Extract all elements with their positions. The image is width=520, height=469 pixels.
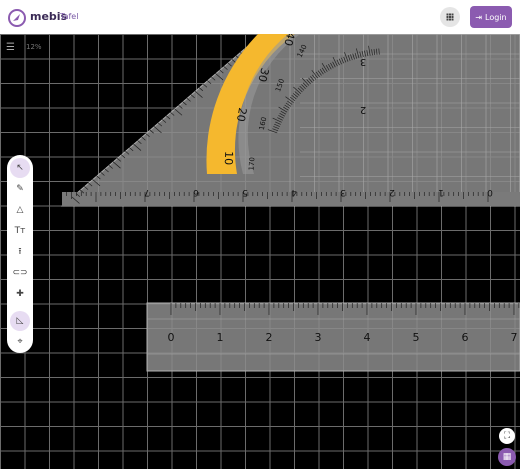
ruler-label: 4 xyxy=(364,331,371,344)
protractor-outer-label: 20 xyxy=(234,107,249,123)
ruler-label: 1 xyxy=(217,331,224,344)
login-icon: ⇥ xyxy=(475,12,483,22)
link-icon: ⊂⊃ xyxy=(12,268,28,278)
whiteboard-canvas[interactable]: 7 6 5 4 3 2 1 0 40 30 20 10 140 150 160 170 3 2 01234567 … xyxy=(0,34,520,469)
grid-icon: ▦ xyxy=(502,452,512,462)
fullscreen-icon: ⛶ xyxy=(503,431,511,441)
scale-label: 2 xyxy=(360,104,366,115)
login-button[interactable]: ⇥ Login xyxy=(470,6,512,28)
set-square-edge-label: 7 xyxy=(144,187,150,197)
set-square-edge-label: 2 xyxy=(389,187,395,197)
ruler-label: 0 xyxy=(168,331,175,344)
mebis-logo xyxy=(8,9,26,27)
grid-icon xyxy=(446,13,454,21)
scale-label: 3 xyxy=(360,56,366,67)
set-square-edge-label: 0 xyxy=(487,187,493,197)
ruler-label: 7 xyxy=(511,331,518,344)
product-name: Tafel xyxy=(60,12,79,21)
pen-icon: ✎ xyxy=(16,184,24,194)
tool-sidebar: ↖ ✎ △ Tт ⭱ ⊂⊃ ✚ ◺ ⌖ xyxy=(7,155,33,353)
ruler-label: 2 xyxy=(266,331,273,344)
tool-upload-button[interactable]: ⭱ xyxy=(10,242,30,262)
set-square-edge-label: 1 xyxy=(438,187,444,197)
ruler-label: 3 xyxy=(315,331,322,344)
tool-add-button[interactable]: ✚ xyxy=(10,284,30,304)
cursor-icon: ↖ xyxy=(16,163,24,173)
tool-link-button[interactable]: ⊂⊃ xyxy=(10,263,30,283)
set-square[interactable] xyxy=(60,34,520,207)
tool-text-button[interactable]: Tт xyxy=(10,221,30,241)
set-square-icon: ◺ xyxy=(16,316,24,326)
ruler-label: 6 xyxy=(462,331,469,344)
top-bar: mebis Tafel ⇥ Login xyxy=(0,0,520,34)
set-square-edge-label: 3 xyxy=(340,187,346,197)
tool-pen-button[interactable]: ✎ xyxy=(10,179,30,199)
zoom-level: 12% xyxy=(26,43,42,51)
shapes-icon: △ xyxy=(16,205,24,215)
set-square-edge-label: 4 xyxy=(291,187,297,197)
set-square-edge xyxy=(62,192,520,206)
protractor-outer-label: 10 xyxy=(222,151,235,165)
crosshair-icon: ⌖ xyxy=(17,337,23,347)
ruler-label: 5 xyxy=(413,331,420,344)
text-icon: Tт xyxy=(14,226,26,236)
set-square-edge-label: 6 xyxy=(193,187,199,197)
geometry-tools: 7 6 5 4 3 2 1 04030201014015016017032 01234567 xyxy=(60,34,520,372)
tool-shapes-button[interactable]: △ xyxy=(10,200,30,220)
apps-button[interactable] xyxy=(440,7,460,27)
menu-icon[interactable]: ☰ xyxy=(6,42,15,53)
tool-crosshair-button[interactable]: ⌖ xyxy=(10,332,30,352)
set-square-edge-label: 5 xyxy=(242,187,248,197)
upload-icon: ⭱ xyxy=(18,247,22,257)
add-icon: ✚ xyxy=(16,289,24,299)
tool-geometry-button[interactable]: ◺ xyxy=(10,311,30,331)
login-label: Login xyxy=(485,12,507,22)
protractor-inner-label: 170 xyxy=(248,157,257,171)
apps-fab-button[interactable]: ▦ xyxy=(498,448,516,466)
tool-select-button[interactable]: ↖ xyxy=(10,158,30,178)
fullscreen-button[interactable]: ⛶ xyxy=(499,428,515,444)
